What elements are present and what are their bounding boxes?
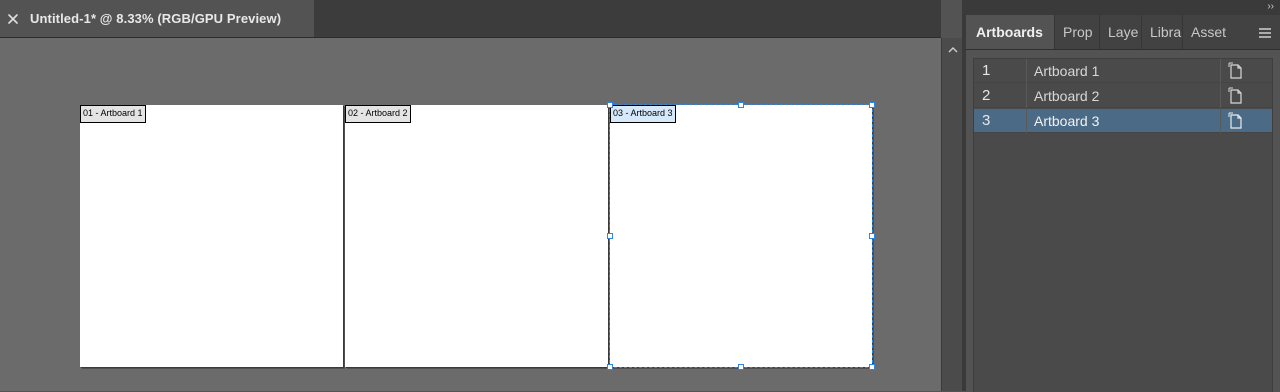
artboard-3[interactable]: 03 - Artboard 3 xyxy=(609,104,873,368)
artboard-number: 2 xyxy=(982,87,991,104)
tab-properties[interactable]: Prop xyxy=(1055,15,1100,49)
artboard-name[interactable]: Artboard 3 xyxy=(1034,109,1099,133)
artboard-name[interactable]: Artboard 2 xyxy=(1034,84,1099,108)
artboard-2[interactable]: 02 - Artboard 2 xyxy=(345,105,608,367)
tab-libraries[interactable]: Libra xyxy=(1142,15,1183,49)
vertical-scrollbar[interactable] xyxy=(941,38,963,391)
artboard-list: 1 Artboard 1 2 Artboard 2 3 Artboard 3 xyxy=(973,58,1273,392)
artboard-label[interactable]: 02 - Artboard 2 xyxy=(345,105,411,123)
close-icon[interactable] xyxy=(6,12,20,26)
artboard-number: 1 xyxy=(982,62,991,79)
hamburger-menu-icon[interactable] xyxy=(1258,26,1272,38)
artboard-row-3[interactable]: 3 Artboard 3 xyxy=(974,109,1272,133)
resize-handle-top[interactable] xyxy=(738,102,744,108)
artboard-options-icon[interactable] xyxy=(1228,87,1244,105)
canvas[interactable]: 01 - Artboard 1 02 - Artboard 2 03 - Art… xyxy=(0,38,941,391)
tab-artboards[interactable]: Artboards xyxy=(966,15,1055,49)
column-divider xyxy=(1220,109,1221,133)
column-divider xyxy=(1026,84,1027,108)
artboard-row-1[interactable]: 1 Artboard 1 xyxy=(974,59,1272,83)
column-divider xyxy=(1026,59,1027,83)
tab-assets[interactable]: Asset xyxy=(1183,15,1227,49)
artboard-options-icon[interactable] xyxy=(1228,112,1244,130)
resize-handle-top-left[interactable] xyxy=(607,102,613,108)
document-title: Untitled-1* @ 8.33% (RGB/GPU Preview) xyxy=(30,11,282,26)
artboard-name[interactable]: Artboard 1 xyxy=(1034,59,1099,83)
panel-tab-bar: Artboards Prop Laye Libra Asset xyxy=(966,15,1280,50)
resize-handle-bottom-left[interactable] xyxy=(607,364,613,370)
document-tab-bar: Untitled-1* @ 8.33% (RGB/GPU Preview) xyxy=(0,0,941,38)
artboards-panel: ›› Artboards Prop Laye Libra Asset 1 Art… xyxy=(966,0,1280,392)
tab-layers[interactable]: Laye xyxy=(1100,15,1142,49)
artboard-label[interactable]: 01 - Artboard 1 xyxy=(80,105,146,123)
artboard-options-icon[interactable] xyxy=(1228,62,1244,80)
column-divider xyxy=(1026,109,1027,133)
collapse-panels-icon[interactable]: ›› xyxy=(1267,0,1274,13)
artboard-row-2[interactable]: 2 Artboard 2 xyxy=(974,84,1272,108)
column-divider xyxy=(1220,59,1221,83)
document-tab[interactable]: Untitled-1* @ 8.33% (RGB/GPU Preview) xyxy=(0,0,314,37)
column-divider xyxy=(1220,84,1221,108)
resize-handle-right[interactable] xyxy=(869,233,875,239)
artboard-label[interactable]: 03 - Artboard 3 xyxy=(610,105,676,123)
artboard-number: 3 xyxy=(982,112,991,129)
chevron-up-icon[interactable] xyxy=(947,42,959,53)
resize-handle-top-right[interactable] xyxy=(869,102,875,108)
resize-handle-left[interactable] xyxy=(607,233,613,239)
panel-dock-header: ›› xyxy=(966,0,1280,15)
artboard-1[interactable]: 01 - Artboard 1 xyxy=(80,105,343,367)
resize-handle-bottom[interactable] xyxy=(738,364,744,370)
resize-handle-bottom-right[interactable] xyxy=(869,364,875,370)
